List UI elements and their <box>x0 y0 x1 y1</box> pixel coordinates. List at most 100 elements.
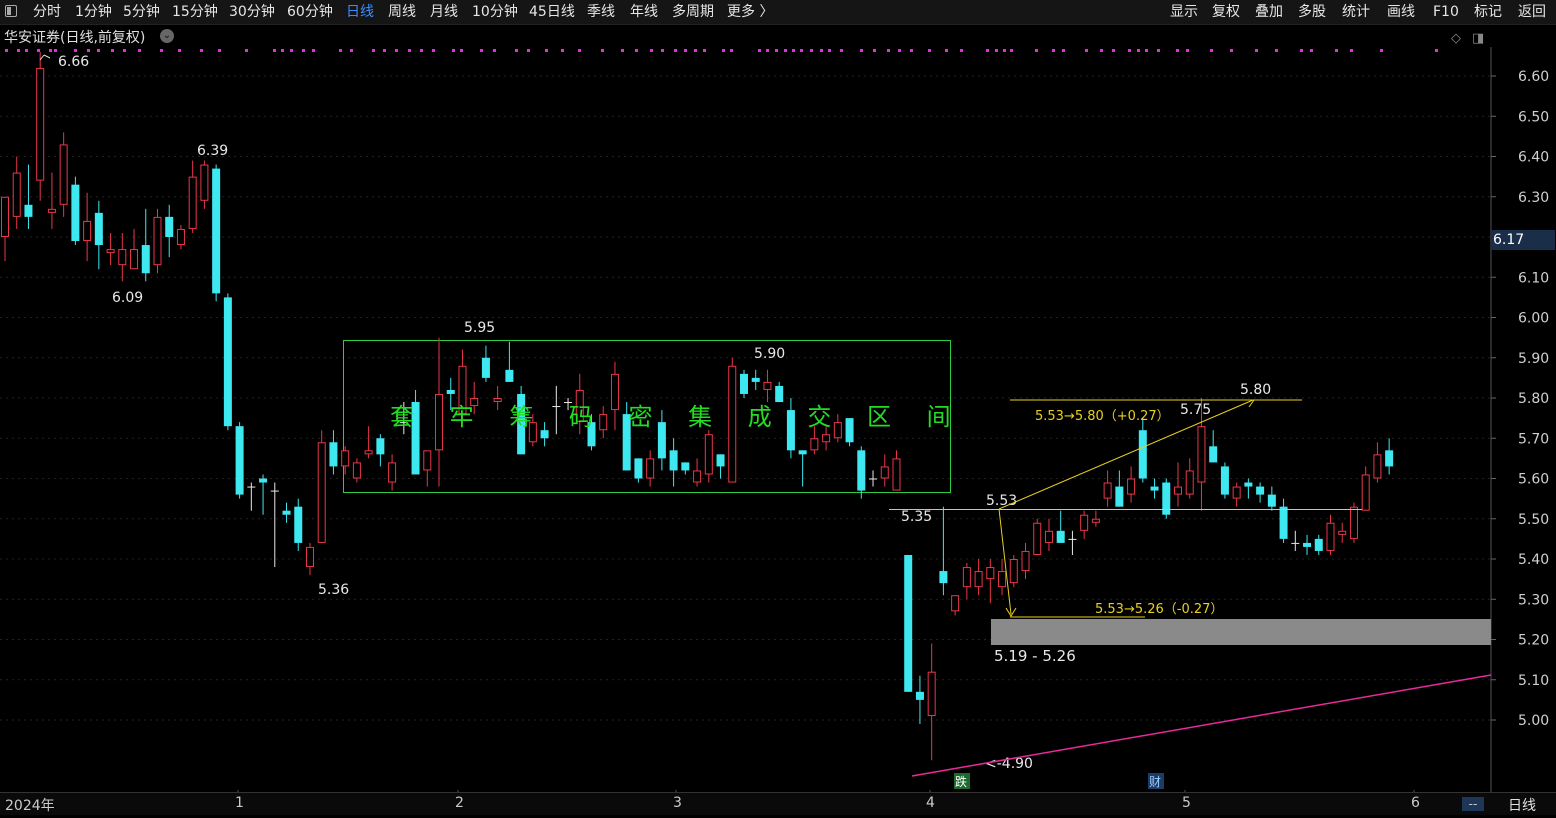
candle <box>951 595 960 616</box>
marker-dot <box>1210 49 1213 52</box>
candle <box>915 675 924 725</box>
scroll-button[interactable]: -- <box>1462 797 1484 811</box>
marker-dot <box>302 49 305 52</box>
marker-dot <box>766 49 769 52</box>
candle <box>130 228 139 270</box>
marker-dot <box>1062 49 1065 52</box>
marker-dot <box>138 49 141 52</box>
marker-dot <box>312 49 315 52</box>
marker-dot <box>860 49 863 52</box>
candle-body <box>634 458 643 479</box>
candle-body <box>200 164 209 201</box>
marker-dot <box>25 49 28 52</box>
candle-body <box>962 567 971 588</box>
candle-body <box>904 554 913 692</box>
candle-body <box>1373 454 1382 479</box>
marker-dot <box>1350 49 1353 52</box>
candle-body <box>1127 478 1136 495</box>
candle <box>1291 530 1300 551</box>
marker-dot <box>200 49 203 52</box>
candle-body <box>305 546 314 568</box>
marker-dot <box>290 49 293 52</box>
candle <box>505 341 514 382</box>
price-label: 5.90 <box>754 346 785 362</box>
marker-dot <box>810 49 813 52</box>
candle <box>1244 478 1253 499</box>
candle-body <box>1174 486 1182 495</box>
candle-body <box>1044 530 1053 543</box>
candle-body <box>986 567 995 580</box>
candle-body <box>118 249 127 266</box>
marker-dot <box>160 49 163 52</box>
candle <box>212 164 221 302</box>
candle <box>1361 466 1370 511</box>
grid-lines <box>0 75 1491 796</box>
candlestick-chart[interactable]: 6.606.506.406.306.206.106.005.905.805.70… <box>0 0 1556 814</box>
candle <box>1267 486 1276 511</box>
candle <box>106 232 115 266</box>
candle-body <box>998 571 1007 588</box>
marker-dot <box>758 49 761 52</box>
marker-dot <box>1310 49 1313 52</box>
candle <box>94 200 103 270</box>
candle-body <box>798 450 807 455</box>
candle <box>798 450 807 487</box>
marker-dot <box>1186 49 1189 52</box>
candle <box>939 506 948 596</box>
marker-dot <box>703 49 706 52</box>
period-label[interactable]: 日线 <box>1508 795 1536 815</box>
candle <box>188 160 197 233</box>
marker-dot <box>1112 49 1115 52</box>
y-axis-label: 5.40 <box>1518 552 1549 568</box>
marker-dot <box>515 49 518 52</box>
marker-dot <box>722 49 725 52</box>
candle <box>974 559 983 596</box>
candle <box>693 458 702 487</box>
candle-body <box>1220 466 1229 495</box>
marker-dot <box>339 49 342 52</box>
candle <box>1185 458 1194 499</box>
marker-dot <box>74 49 77 52</box>
x-axis-label: 4 <box>926 795 935 811</box>
candle <box>176 224 185 250</box>
price-label: 5.35 <box>901 509 932 525</box>
candle <box>986 559 995 604</box>
price-label: 6.66 <box>58 54 89 70</box>
candle-body <box>188 176 197 229</box>
candle <box>904 554 913 692</box>
candle-body <box>212 168 221 294</box>
candle-body <box>1033 522 1042 555</box>
marker-dot <box>97 49 100 52</box>
marker-dot <box>408 49 411 52</box>
marker-dot <box>730 49 733 52</box>
candle-body <box>915 691 924 700</box>
time-axis: 2024年 1 2 3 4 5 6 -- 日线 <box>0 792 1556 815</box>
marker-dot <box>873 49 876 52</box>
candle <box>235 422 244 499</box>
candle-body <box>751 377 760 382</box>
marker-dot <box>1145 49 1148 52</box>
candle <box>669 438 678 487</box>
candle <box>36 51 45 201</box>
marker-dot <box>281 49 284 52</box>
candle <box>118 232 127 282</box>
candle <box>329 430 338 475</box>
marker-dot <box>800 49 803 52</box>
candle-body <box>165 216 174 237</box>
candle <box>1326 514 1335 555</box>
candle-body <box>716 454 725 467</box>
marker-dot <box>601 49 604 52</box>
trend-line <box>911 674 1492 777</box>
marker-dot <box>578 49 581 52</box>
candle <box>376 434 385 467</box>
candle-body <box>71 184 80 242</box>
marker-dot <box>1230 49 1233 52</box>
candle-body <box>810 438 819 451</box>
marker-dot <box>840 49 843 52</box>
candle <box>751 369 760 390</box>
x-axis-label: 6 <box>1411 795 1420 811</box>
candle <box>1033 518 1042 555</box>
candle <box>12 156 21 229</box>
candle-body <box>763 381 772 390</box>
y-axis-label: 6.40 <box>1518 150 1549 166</box>
